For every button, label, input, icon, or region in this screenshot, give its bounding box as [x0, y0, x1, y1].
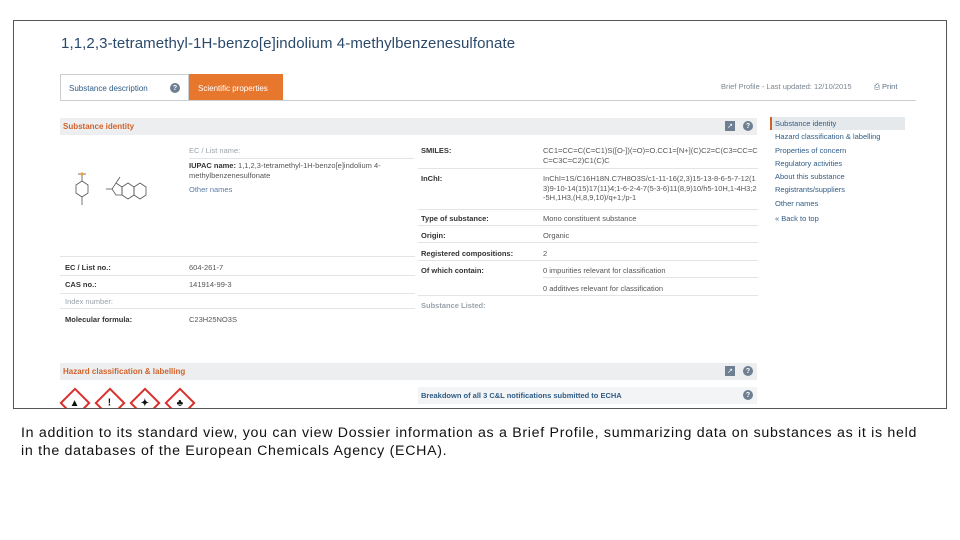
hazard-pictograms: ▲ ! ✦ ♣: [59, 387, 196, 408]
ec-number-value: 604-261-7: [189, 263, 224, 272]
tab-scientific-properties[interactable]: Scientific properties: [189, 74, 283, 101]
divider: [60, 275, 415, 276]
section-title: Hazard classification & labelling: [63, 367, 186, 376]
exclamation-mark-icon: !: [94, 387, 126, 408]
tab-substance-description[interactable]: Substance description ?: [60, 74, 189, 101]
help-icon[interactable]: ?: [743, 366, 753, 376]
inchi-label: InChI:: [421, 174, 443, 183]
ec-number-label: EC / List no.:: [65, 263, 111, 272]
divider: [418, 225, 758, 226]
index-number-label: Index number:: [65, 297, 113, 306]
print-button[interactable]: ⎙ Print: [874, 82, 897, 92]
bar-icons: ↗ ?: [725, 121, 753, 131]
hazard-classification-bar: Hazard classification & labelling ↗ ?: [60, 363, 757, 380]
substance-listed-label: Substance Listed:: [421, 301, 486, 310]
tab-label: Scientific properties: [198, 83, 268, 93]
divider: [418, 168, 758, 169]
registered-compositions-value: 2: [543, 249, 548, 258]
sidebar-item-properties-of-concern[interactable]: Properties of concern: [770, 144, 905, 157]
molecular-formula-label: Molecular formula:: [65, 315, 133, 324]
page-title: 1,1,2,3-tetramethyl-1H-benzo[e]indolium …: [61, 35, 516, 52]
inchi-value: InChI=1S/C16H18N.C7H8O3S/c1-11-16(2,3)15…: [543, 174, 757, 202]
cas-number-label: CAS no.:: [65, 280, 97, 289]
molecule-structure-image: [75, 172, 147, 205]
help-icon[interactable]: ?: [170, 83, 180, 93]
ec-list-name-label: EC / List name:: [189, 146, 241, 155]
bar-icons: ?: [743, 390, 753, 400]
printer-icon: ⎙: [874, 82, 880, 91]
iupac-label: IUPAC name:: [189, 161, 236, 170]
divider: [60, 256, 415, 257]
sidebar-item-regulatory-activities[interactable]: Regulatory activities: [770, 157, 905, 170]
other-names-link[interactable]: Other names: [189, 185, 232, 194]
back-to-top-link[interactable]: « Back to top: [770, 214, 905, 223]
origin-label: Origin:: [421, 231, 446, 240]
divider: [418, 295, 758, 296]
expand-icon[interactable]: ↗: [725, 366, 735, 376]
section-title: Substance identity: [63, 122, 135, 131]
sidebar-item-hazard-classification[interactable]: Hazard classification & labelling: [770, 130, 905, 143]
health-hazard-icon: ✦: [129, 387, 161, 408]
divider: [60, 308, 415, 309]
substance-identity-bar: Substance identity ↗ ?: [60, 118, 757, 135]
sidebar-item-about-substance[interactable]: About this substance: [770, 170, 905, 183]
cl-breakdown-bar[interactable]: Breakdown of all 3 C&L notifications sub…: [418, 387, 757, 404]
caption-text: In addition to its standard view, you ca…: [21, 425, 918, 459]
divider: [543, 277, 758, 278]
sidebar-item-other-names[interactable]: Other names: [770, 197, 905, 210]
brief-profile-status: Brief Profile - Last updated: 12/10/2015: [721, 82, 852, 91]
substance-type-label: Type of substance:: [421, 214, 489, 223]
substance-type-value: Mono constituent substance: [543, 214, 637, 223]
help-icon[interactable]: ?: [743, 390, 753, 400]
help-icon[interactable]: ?: [743, 121, 753, 131]
divider: [60, 293, 415, 294]
bar-icons: ↗ ?: [725, 366, 753, 376]
origin-value: Organic: [543, 231, 570, 240]
impurities-value: 0 impurities relevant for classification: [543, 266, 666, 275]
divider: [418, 242, 758, 243]
smiles-value: CC1=CC=C(C=C1)S([O-])(=O)=O.CC1=[N+](C)C…: [543, 146, 758, 165]
molecular-formula-value: C23H25NO3S: [189, 315, 237, 324]
sidebar-nav: Substance identity Hazard classification…: [770, 117, 905, 223]
environment-icon: ♣: [164, 387, 196, 408]
additives-value: 0 additives relevant for classification: [543, 284, 664, 293]
print-label: Print: [882, 82, 898, 91]
tab-bar: Substance description ? Scientific prope…: [60, 74, 283, 101]
tab-label: Substance description: [69, 83, 148, 93]
cl-breakdown-link[interactable]: Breakdown of all 3 C&L notifications sub…: [418, 391, 622, 400]
expand-icon[interactable]: ↗: [725, 121, 735, 131]
tab-divider: [60, 100, 916, 101]
divider: [418, 209, 758, 210]
cas-number-value: 141914-99-3: [189, 280, 232, 289]
sidebar-item-substance-identity[interactable]: Substance identity: [770, 117, 905, 131]
divider: [189, 158, 414, 159]
divider: [418, 260, 758, 261]
iupac-name-field: IUPAC name: 1,1,2,3-tetramethyl-1H-benzo…: [189, 161, 404, 180]
screenshot-frame: 1,1,2,3-tetramethyl-1H-benzo[e]indolium …: [13, 20, 947, 409]
sidebar-item-registrants-suppliers[interactable]: Registrants/suppliers: [770, 183, 905, 196]
registered-compositions-label: Registered compositions:: [421, 249, 514, 258]
of-which-contain-label: Of which contain:: [421, 266, 484, 275]
smiles-label: SMILES:: [421, 146, 452, 155]
corrosion-icon: ▲: [59, 387, 91, 408]
